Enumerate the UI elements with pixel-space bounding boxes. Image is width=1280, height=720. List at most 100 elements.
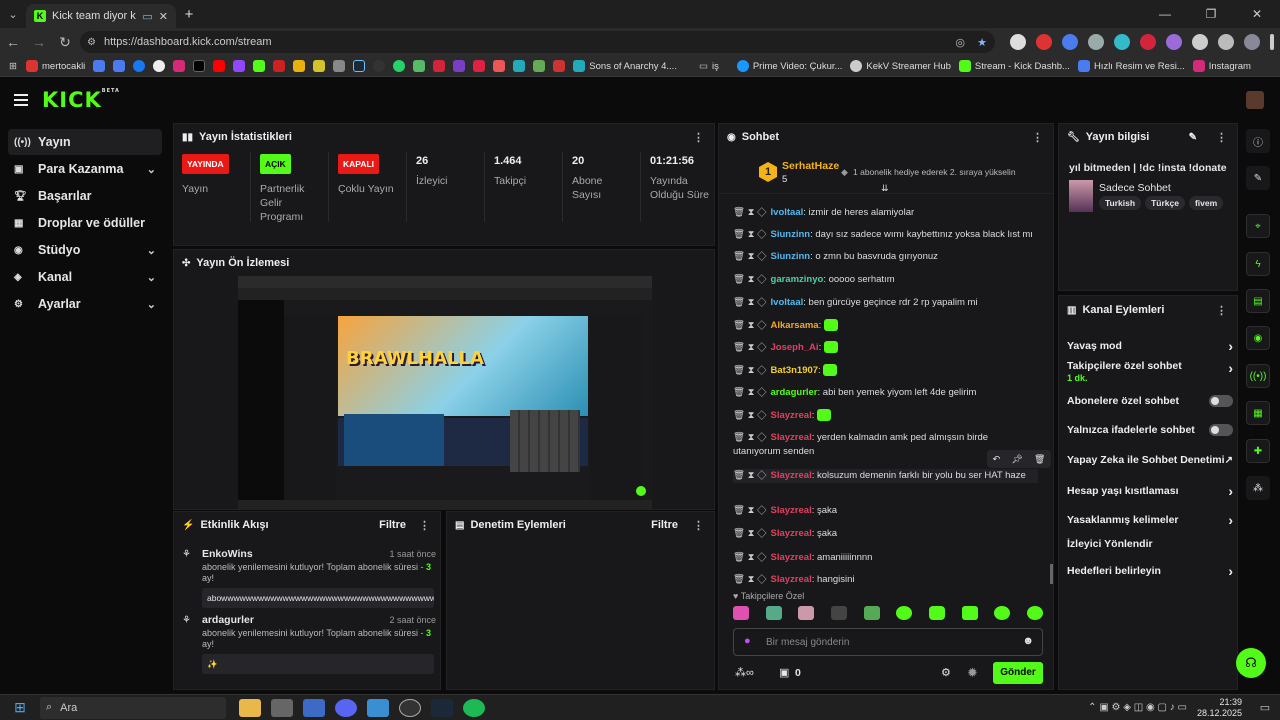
pinned-user[interactable]: SerhatHaze — [782, 160, 839, 172]
goals-button[interactable]: Hedefleri belirleyin › — [1067, 563, 1233, 579]
chat-message[interactable]: 🗑︎ ⧗ ◇ ardagurler: abi ben yemek yiyom le… — [733, 386, 1038, 400]
apps-icon[interactable]: ⊞ — [0, 61, 26, 72]
mod-action-icons[interactable]: 🗑︎ ⧗ ◇ — [733, 320, 767, 331]
minimize-icon[interactable]: — — [1142, 7, 1188, 21]
bookmark-favicon[interactable] — [313, 60, 326, 72]
tab-close-icon[interactable]: ✕ — [159, 10, 168, 23]
clock[interactable]: 21:39 28.12.2025 — [1197, 697, 1242, 719]
shield-icon[interactable] — [1166, 34, 1182, 50]
mod-action-icons[interactable]: 🗑︎ ⧗ ◇ — [733, 365, 767, 376]
chat-message[interactable]: 🗑︎ ⧗ ◇ Joseph_Ai: — [733, 341, 1038, 355]
bookmark-favicon[interactable] — [113, 60, 126, 72]
chat-message[interactable]: 🗑︎ ⧗ ◇ Slayzreal: hangisini — [733, 573, 1038, 587]
more-options-icon[interactable]: ⋮ — [1216, 304, 1227, 317]
chat-message[interactable]: 🗑︎ ⧗ ◇ Slayzreal: amaniiiiinnnn — [733, 551, 1038, 565]
browser-tab[interactable]: K Kick team diyor ki... ▭ ✕ — [26, 4, 176, 28]
support-chat-button[interactable]: ☊ — [1236, 648, 1266, 678]
emote-icon[interactable] — [896, 606, 913, 620]
mod-action-icons[interactable]: 🗑︎ ⧗ ◇ — [733, 342, 767, 353]
sidebar-item-yayin[interactable]: ((•)) Yayın — [8, 129, 162, 155]
mod-action-icons[interactable]: 🗑︎ ⧗ ◇ — [733, 574, 767, 585]
sub-only-toggle[interactable] — [1209, 395, 1233, 407]
stream-preview-video[interactable]: BRAWLHALLA — [238, 276, 652, 509]
chat-message[interactable]: 🗑︎ ⧗ ◇ Slayzreal: kolsuzum demenin farklı… — [733, 469, 1038, 483]
instagram-icon[interactable] — [173, 60, 186, 72]
mod-action-icons[interactable]: 🗑︎ ⧗ ◇ — [733, 387, 767, 398]
mod-action-icons[interactable]: 🗑︎ ⧗ ◇ — [733, 432, 767, 443]
queue-icon[interactable] — [1218, 34, 1234, 50]
sidebar-item-ayarlar[interactable]: ⚙ Ayarlar ⌄ — [8, 291, 162, 317]
taskbar-search[interactable]: ⌕ Ara — [40, 696, 226, 719]
delete-icon[interactable]: 🗑︎ — [1034, 454, 1045, 465]
mod-action-icons[interactable]: 🗑︎ ⧗ ◇ — [733, 528, 767, 539]
chat-username[interactable]: Bat3n1907 — [771, 365, 819, 376]
wrench-icon[interactable]: ✚ — [1246, 439, 1270, 463]
chrome-icon[interactable] — [303, 698, 325, 717]
forward-icon[interactable]: → — [26, 34, 52, 50]
viewers-icon[interactable]: ⁂∞ — [735, 666, 754, 679]
emote-icon[interactable] — [961, 606, 978, 620]
bookmark-item[interactable]: KekV Streamer Hub — [850, 60, 951, 72]
edit-icon[interactable]: ✎ — [1189, 132, 1197, 143]
ai-moderation-button[interactable]: Yapay Zeka ile Sohbet Denetimi ↗ — [1067, 454, 1233, 466]
sidebar-item-basarilar[interactable]: 🏆︎ Başarılar — [8, 183, 162, 209]
slow-mode-button[interactable]: Yavaş mod › — [1067, 338, 1233, 354]
chat-username[interactable]: Slayzreal — [771, 574, 812, 585]
more-options-icon[interactable]: ⋮ — [1032, 131, 1043, 144]
facebook-icon[interactable] — [133, 60, 146, 72]
obs-icon[interactable] — [399, 698, 421, 717]
emote-icon[interactable] — [830, 606, 847, 620]
stream-category[interactable]: Sadece Sohbet — [1099, 182, 1171, 194]
mod-action-icons[interactable]: 🗑︎ ⧗ ◇ — [733, 274, 767, 285]
kick-icon[interactable] — [253, 60, 266, 72]
chat-username[interactable]: Ivoltaal — [771, 297, 804, 308]
bookmark-favicon[interactable] — [433, 60, 446, 72]
restore-icon[interactable]: ❐ — [1188, 7, 1234, 21]
site-info-icon[interactable]: ⚙ — [87, 37, 96, 48]
github-icon[interactable] — [373, 60, 386, 72]
more-options-icon[interactable]: ⋮ — [1216, 131, 1227, 144]
emoji-icon[interactable]: ☻ — [1022, 635, 1034, 647]
bookmark-favicon[interactable] — [273, 60, 286, 72]
mod-action-icons[interactable]: 🗑︎ ⧗ ◇ — [733, 251, 767, 262]
file-explorer-icon[interactable] — [239, 698, 261, 717]
bookmark-star-icon[interactable]: ★ — [977, 36, 987, 49]
raid-button[interactable]: İzleyici Yönlendir — [1067, 538, 1233, 550]
menu-icon[interactable] — [1270, 34, 1274, 50]
bookmark-folder[interactable]: ▭ iş — [699, 61, 719, 72]
send-button[interactable]: Gönder — [993, 662, 1043, 684]
chat-username[interactable]: garamzinyo — [771, 274, 824, 285]
target-icon[interactable]: ⌖ — [1246, 214, 1270, 238]
community-icon[interactable]: ⁂ — [1246, 476, 1270, 500]
chat-username[interactable]: Siunzinn — [771, 251, 811, 262]
tag[interactable]: fivem — [1188, 196, 1224, 210]
chat-message[interactable]: 🗑︎ ⧗ ◇ Ivoltaal: ben gürcüye geçince rdr … — [733, 296, 1038, 310]
google-icon[interactable] — [153, 60, 166, 72]
twitch-icon[interactable] — [233, 60, 246, 72]
extension-icon[interactable] — [1140, 34, 1156, 50]
mod-action-icons[interactable]: 🗑︎ ⧗ ◇ — [733, 229, 767, 240]
youtube-icon[interactable] — [213, 60, 226, 72]
back-icon[interactable]: ← — [0, 34, 26, 50]
bookmark-item[interactable]: Stream - Kick Dashb... — [958, 60, 1070, 72]
profile-avatar-icon[interactable] — [1244, 34, 1260, 50]
pin-icon[interactable]: 📌︎ — [1011, 454, 1022, 465]
scrollbar[interactable] — [1050, 564, 1053, 584]
tag[interactable]: Turkish — [1099, 196, 1142, 210]
filter-button[interactable]: Filtre — [379, 519, 406, 531]
bookmark-favicon[interactable] — [93, 60, 106, 72]
broadcast-icon[interactable]: ((•)) — [1246, 364, 1270, 388]
whatsapp-icon[interactable] — [393, 60, 406, 72]
extension-icon[interactable] — [1114, 34, 1130, 50]
bookmark-item[interactable]: Sons of Anarchy 4.... — [573, 60, 677, 72]
chat-username[interactable]: ardagurler — [771, 387, 818, 398]
more-options-icon[interactable]: ⋮ — [419, 519, 430, 532]
chat-message[interactable]: 🗑︎ ⧗ ◇ garamzinyo: ooooo serhatım — [733, 273, 1038, 287]
lightning-icon[interactable]: ϟ — [1246, 252, 1270, 276]
follower-only-button[interactable]: Takipçilere özel sohbet 1 dk. › — [1067, 360, 1233, 384]
bookmark-favicon[interactable] — [513, 60, 526, 72]
hamburger-menu-icon[interactable] — [14, 93, 28, 106]
mod-action-icons[interactable]: 🗑︎ ⧗ ◇ — [733, 297, 767, 308]
new-tab-button[interactable]: + — [176, 6, 202, 23]
chat-message[interactable]: 🗑︎ ⧗ ◇ Slayzreal: şaka — [733, 504, 1038, 518]
